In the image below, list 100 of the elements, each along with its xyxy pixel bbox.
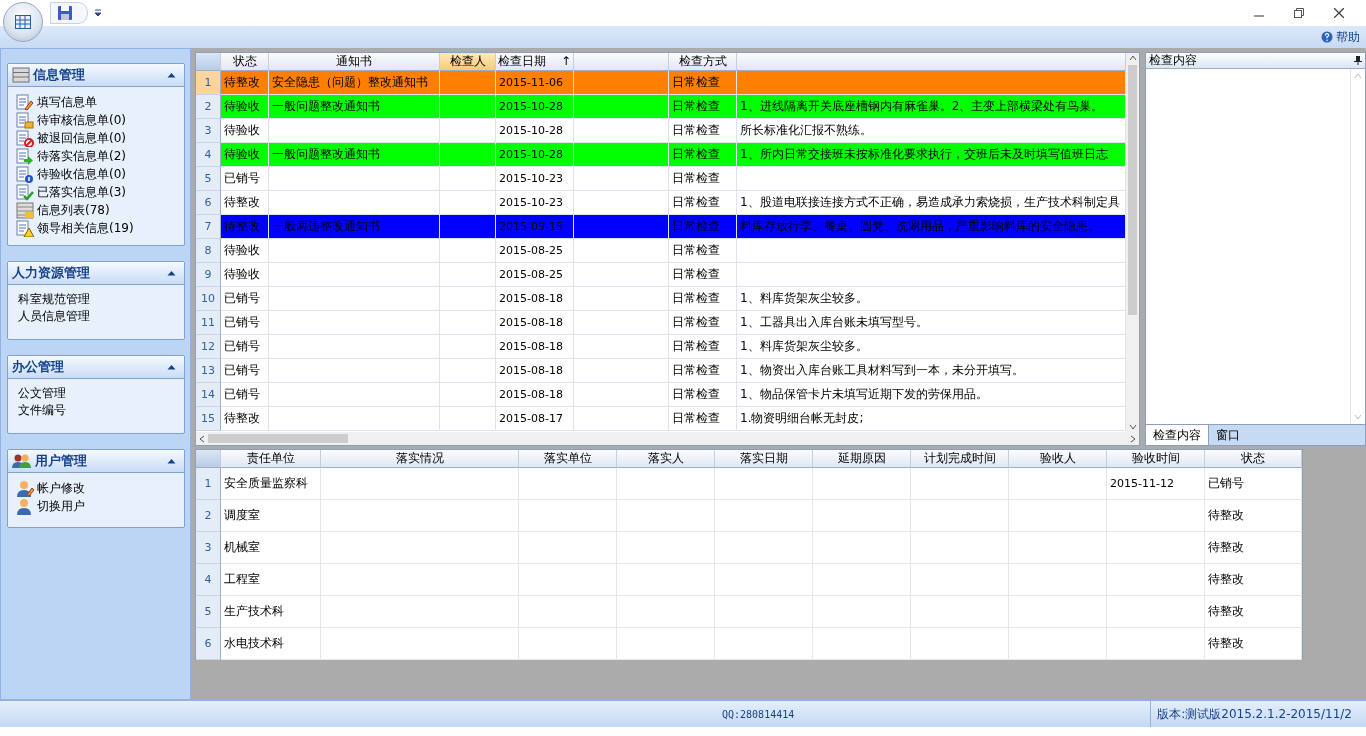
horizontal-scrollbar[interactable]	[196, 432, 1139, 445]
table-cell: 待验收	[221, 143, 269, 167]
table-cell: 日常检查	[669, 263, 737, 287]
sidebar-item[interactable]: 被退回信息单(0)	[14, 129, 178, 147]
table-cell: 待整改	[1205, 500, 1302, 532]
row-number[interactable]: 1	[196, 468, 221, 500]
table-cell	[440, 215, 496, 239]
help-button[interactable]: 帮助	[1321, 28, 1360, 46]
collapse-icon[interactable]	[167, 270, 176, 276]
column-header[interactable]: 责任单位	[221, 450, 321, 468]
table-cell: 1、工器具出入库台账未填写型号。	[737, 311, 1126, 335]
sidebar-item[interactable]: 待验收信息单(0)	[14, 165, 178, 183]
row-number[interactable]: 8	[196, 239, 221, 263]
table-cell	[440, 359, 496, 383]
table-cell: 1、所内日常交接班未按标准化要求执行，交班后未及时填写值班日志	[737, 143, 1126, 167]
table-cell: 日常检查	[669, 167, 737, 191]
users-icon	[12, 453, 32, 469]
column-header[interactable]: 检查日期 ↑	[496, 53, 574, 71]
table-cell: 日常检查	[669, 335, 737, 359]
row-number[interactable]: 10	[196, 287, 221, 311]
table-cell	[440, 239, 496, 263]
version-text: 版本:测试版2015.2.1.2-2015/11/2	[1150, 701, 1366, 727]
row-number[interactable]: 2	[196, 95, 221, 119]
close-icon[interactable]	[1334, 8, 1344, 18]
row-number[interactable]: 3	[196, 532, 221, 564]
row-number[interactable]: 5	[196, 167, 221, 191]
restore-icon[interactable]	[1294, 8, 1304, 18]
row-number[interactable]: 15	[196, 407, 221, 431]
sidebar-item[interactable]: 待审核信息单(0)	[14, 111, 178, 129]
column-header[interactable]: 验收时间	[1107, 450, 1205, 468]
sidebar-item[interactable]: 文件编号	[14, 402, 178, 419]
column-header[interactable]: 落实日期	[715, 450, 813, 468]
column-header[interactable]: 状态	[221, 53, 269, 71]
pencil-document-icon	[16, 93, 34, 111]
column-header[interactable]: 检查人	[440, 53, 496, 71]
row-number[interactable]: 7	[196, 215, 221, 239]
table-cell	[440, 383, 496, 407]
column-header[interactable]: 通知书	[269, 53, 440, 71]
sidebar-item[interactable]: 人员信息管理	[14, 308, 178, 325]
vertical-scrollbar[interactable]	[1126, 53, 1139, 432]
row-number[interactable]: 5	[196, 596, 221, 628]
scroll-left-icon[interactable]	[199, 434, 205, 443]
scrollbar-thumb[interactable]	[208, 434, 348, 443]
row-number[interactable]: 4	[196, 564, 221, 596]
sidebar-item[interactable]: 填写信息单	[14, 93, 178, 111]
row-number[interactable]: 6	[196, 628, 221, 660]
collapse-icon[interactable]	[167, 72, 176, 78]
sidebar-item[interactable]: 公文管理	[14, 385, 178, 402]
sidebar-item[interactable]: 信息列表(78)	[14, 201, 178, 219]
table-cell: 调度室	[221, 500, 321, 532]
sidebar-item[interactable]: 已落实信息单(3)	[14, 183, 178, 201]
table-cell: 2015-10-23	[496, 167, 574, 191]
scroll-right-icon[interactable]	[1130, 434, 1136, 443]
panel-tab[interactable]: 检查内容	[1146, 425, 1209, 445]
group-title: 信息管理	[33, 66, 86, 84]
row-number[interactable]: 4	[196, 143, 221, 167]
table-cell: 2015-08-18	[496, 311, 574, 335]
panel-tab[interactable]: 窗口	[1209, 425, 1247, 445]
scrollbar-thumb[interactable]	[1128, 65, 1137, 315]
contact-text: QQ:280814414	[722, 708, 795, 720]
column-header[interactable]: 落实人	[617, 450, 715, 468]
save-icon[interactable]	[57, 5, 73, 21]
sidebar-item[interactable]: 领导相关信息(19)	[14, 219, 178, 237]
collapse-icon[interactable]	[167, 458, 176, 464]
row-number[interactable]: 12	[196, 335, 221, 359]
dropdown-icon[interactable]	[94, 9, 102, 17]
column-header[interactable]: 落实情况	[321, 450, 519, 468]
pin-icon[interactable]	[1354, 56, 1362, 65]
table-cell: 日常检查	[669, 143, 737, 167]
list-icon	[16, 201, 34, 219]
group-title: 用户管理	[35, 452, 88, 470]
table-cell	[440, 263, 496, 287]
column-header[interactable]: 计划完成时间	[911, 450, 1009, 468]
document-arrow-icon	[16, 147, 34, 165]
row-number[interactable]: 1	[196, 71, 221, 95]
column-header[interactable]: 验收人	[1009, 450, 1107, 468]
sidebar-item[interactable]: 科室规范管理	[14, 291, 178, 308]
sidebar-item[interactable]: 帐户修改	[14, 479, 178, 497]
column-header[interactable]: 落实单位	[519, 450, 617, 468]
column-header[interactable]: 状态	[1205, 450, 1302, 468]
row-number[interactable]: 2	[196, 500, 221, 532]
table-cell: 2015-09-15	[496, 215, 574, 239]
row-number[interactable]: 13	[196, 359, 221, 383]
sidebar-item[interactable]: 切换用户	[14, 497, 178, 515]
column-header[interactable]: 检查方式	[669, 53, 737, 71]
scroll-up-icon[interactable]	[1128, 55, 1137, 61]
row-number[interactable]: 3	[196, 119, 221, 143]
column-header[interactable]: 延期原因	[813, 450, 911, 468]
row-number[interactable]: 11	[196, 311, 221, 335]
table-cell: 待验收	[221, 239, 269, 263]
table-cell: 日常检查	[669, 383, 737, 407]
collapse-icon[interactable]	[167, 364, 176, 370]
row-number[interactable]: 6	[196, 191, 221, 215]
row-number[interactable]: 9	[196, 263, 221, 287]
row-number[interactable]: 14	[196, 383, 221, 407]
table-cell: 已销号	[221, 311, 269, 335]
grid-corner	[196, 53, 221, 71]
scroll-down-icon[interactable]	[1128, 424, 1137, 430]
sidebar-item[interactable]: 待落实信息单(2)	[14, 147, 178, 165]
document-forbidden-icon	[16, 129, 34, 147]
